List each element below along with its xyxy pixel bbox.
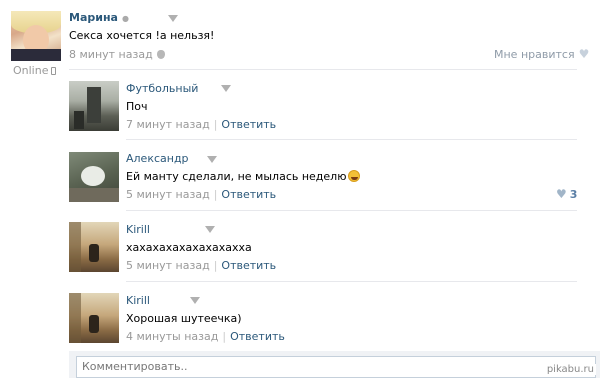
post-time[interactable]: 8 минут назад — [69, 48, 165, 61]
heart-icon: ♥ — [578, 47, 590, 61]
apple-icon — [156, 50, 165, 59]
comment-meta: 7 минут назад | Ответить — [126, 118, 277, 131]
online-dot-icon: ● — [121, 14, 129, 23]
comment-like-button[interactable]: ♥ 3 — [556, 188, 577, 201]
comment-time[interactable]: 4 минуты назад — [126, 330, 218, 343]
comment-input[interactable]: Комментировать.. — [76, 356, 596, 378]
comment-author[interactable]: Футбольный — [126, 82, 198, 95]
post-author-name[interactable]: Марина ● — [69, 11, 129, 24]
divider — [126, 281, 577, 282]
divider — [69, 69, 577, 70]
comment-author[interactable]: Kirill — [126, 223, 150, 236]
phone-icon — [51, 67, 57, 75]
comment-avatar[interactable] — [69, 81, 119, 131]
reply-link[interactable]: Ответить — [221, 188, 276, 201]
comment-avatar[interactable] — [69, 222, 119, 272]
comment-avatar[interactable] — [69, 152, 119, 202]
comment-text: хахахахахахахахахха — [126, 241, 252, 254]
comment-meta: 5 минут назад | Ответить — [126, 259, 277, 272]
comment-meta: 4 минуты назад | Ответить — [126, 330, 285, 343]
emoji-laugh-icon — [348, 170, 361, 182]
comment-time[interactable]: 5 минут назад — [126, 188, 210, 201]
comment-author[interactable]: Александр — [126, 152, 189, 165]
dropdown-icon[interactable] — [205, 226, 215, 233]
comment-text: Ей манту сделали, не мылась неделю — [126, 170, 361, 183]
reply-link[interactable]: Ответить — [230, 330, 285, 343]
heart-icon: ♥ — [556, 187, 567, 201]
dropdown-icon[interactable] — [190, 297, 200, 304]
divider — [126, 210, 577, 211]
comment-author[interactable]: Kirill — [126, 294, 150, 307]
dropdown-icon[interactable] — [168, 15, 178, 22]
comment-text: Поч — [126, 100, 148, 113]
comment-time[interactable]: 5 минут назад — [126, 259, 210, 272]
post-like-button[interactable]: Мне нравится ♥ — [494, 48, 589, 61]
dropdown-icon[interactable] — [207, 156, 217, 163]
divider — [126, 139, 577, 140]
dropdown-icon[interactable] — [221, 85, 231, 92]
post-author-avatar[interactable] — [11, 11, 61, 61]
reply-link[interactable]: Ответить — [221, 118, 276, 131]
post-text: Секса хочется !а нельзя! — [69, 29, 215, 42]
comment-avatar[interactable] — [69, 293, 119, 343]
watermark: pikabu.ru — [544, 364, 596, 375]
online-status: Online — [13, 64, 57, 77]
comment-meta: 5 минут назад | Ответить — [126, 188, 277, 201]
post: Online Марина ● Секса хочется !а нельзя! … — [0, 0, 600, 378]
reply-link[interactable]: Ответить — [221, 259, 276, 272]
comment-text: Хорошая шутеечка) — [126, 312, 242, 325]
comment-time[interactable]: 7 минут назад — [126, 118, 210, 131]
